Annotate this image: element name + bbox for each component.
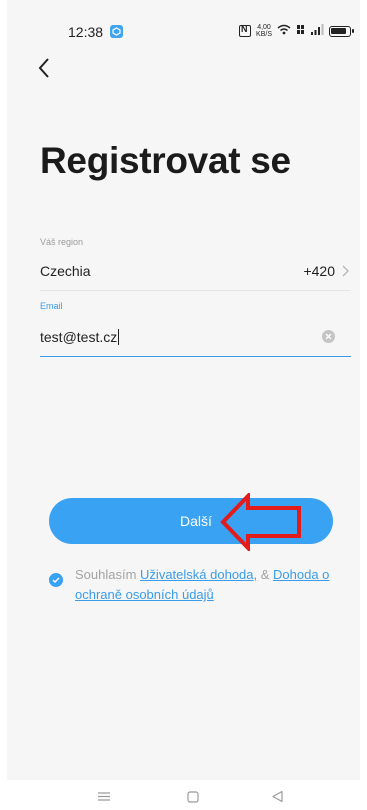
annotation-arrow-icon (220, 493, 301, 551)
menu-icon[interactable] (97, 792, 111, 801)
consent-checkbox[interactable] (49, 573, 63, 587)
region-selector[interactable]: Czechia +420 (40, 254, 351, 291)
back-button[interactable] (33, 55, 57, 81)
text-caret (118, 329, 120, 345)
region-value: Czechia (40, 263, 91, 279)
page-title: Registrovat se (40, 140, 291, 181)
region-label: Váš region (40, 237, 84, 247)
next-button-label: Další (180, 513, 212, 529)
email-value-text: test@test.cz (40, 329, 118, 345)
app-notification-icon (110, 25, 123, 38)
system-nav-bar (0, 780, 367, 810)
email-field[interactable]: test@test.cz (40, 318, 351, 357)
volte-icon (296, 24, 306, 38)
email-value: test@test.cz (40, 329, 120, 345)
clear-icon[interactable] (322, 330, 335, 343)
terms-link[interactable]: Uživatelská dohoda, (140, 567, 257, 582)
status-time: 12:38 (68, 24, 104, 40)
dial-code: +420 (303, 263, 335, 279)
home-square-icon[interactable] (187, 791, 199, 803)
nfc-icon (239, 24, 252, 37)
chevron-left-icon (38, 58, 49, 78)
battery-icon (329, 25, 354, 37)
wifi-icon (277, 24, 291, 38)
chevron-right-icon (342, 265, 349, 277)
consent-prefix: Souhlasím (75, 567, 141, 582)
email-label: Email (40, 301, 63, 311)
network-speed-value: 4,00 (257, 24, 271, 31)
status-icons: 4,00 KB/S (239, 24, 354, 38)
app-screen: 12:38 4,00 KB/S (7, 0, 360, 780)
status-bar: 12:38 4,00 KB/S (7, 0, 360, 64)
network-speed: 4,00 KB/S (256, 24, 272, 38)
back-triangle-icon[interactable] (271, 790, 284, 803)
signal-icon (311, 24, 324, 38)
network-speed-unit: KB/S (256, 31, 272, 38)
consent-text: Souhlasím Uživatelská dohoda, & Dohoda o… (75, 565, 355, 605)
consent-separator: & (257, 567, 274, 582)
